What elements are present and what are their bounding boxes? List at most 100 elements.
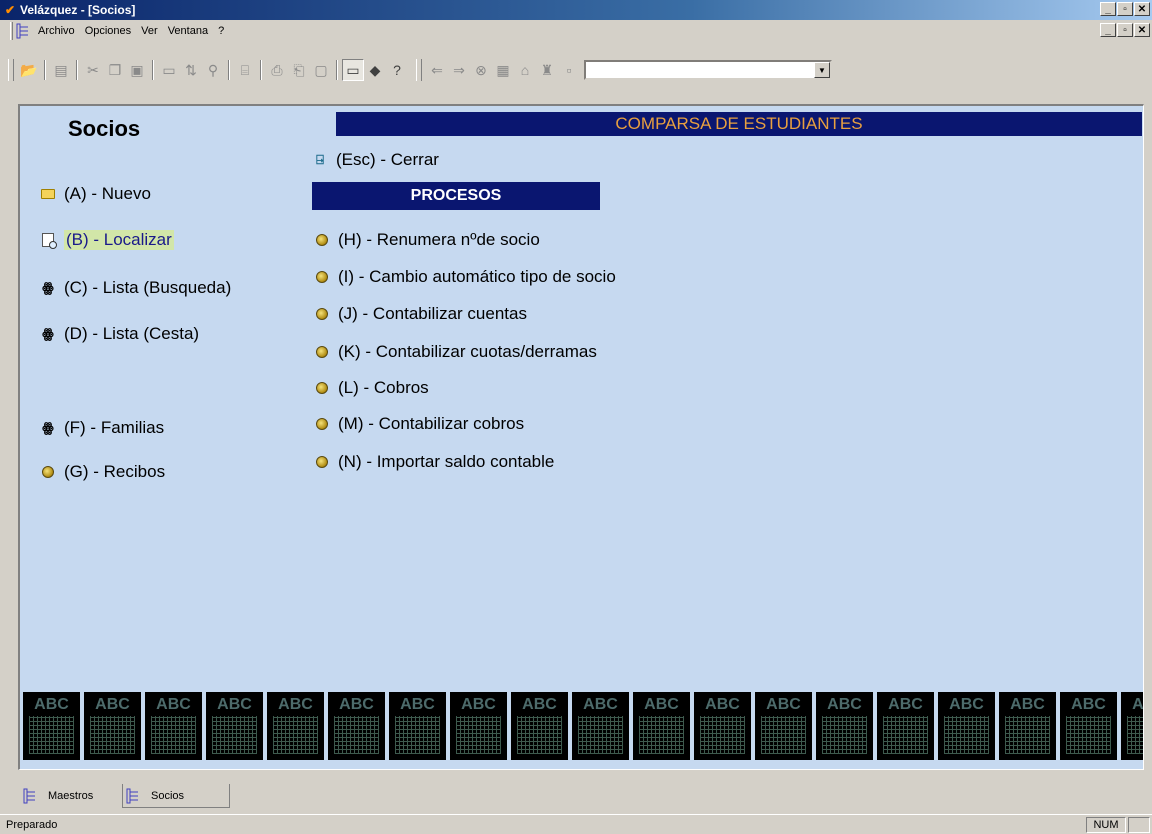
menu-item-lista-busqueda[interactable]: ꙮ (C) - Lista (Busqueda)	[40, 278, 231, 298]
folder-icon	[40, 186, 56, 202]
cut-icon[interactable]: ✂	[82, 59, 104, 81]
process-item-cobros[interactable]: (L) - Cobros	[314, 378, 429, 398]
binoculars-icon: ꙮ	[42, 420, 54, 435]
address-combo[interactable]: ▼	[584, 60, 832, 80]
back-arrow-icon[interactable]: ⇐	[426, 59, 448, 81]
abc-tile: ABC	[145, 692, 202, 760]
process-icon	[314, 344, 330, 360]
mdi-close-button[interactable]: ✕	[1134, 23, 1150, 37]
abc-tile-grid	[395, 716, 440, 754]
document-tabs: Maestros Socios	[18, 784, 1148, 812]
abc-tile-grid	[761, 716, 806, 754]
tab-socios[interactable]: Socios	[122, 784, 230, 808]
maximize-button[interactable]: ▫	[1117, 2, 1133, 16]
abc-tile-label: ABC	[400, 696, 435, 713]
process-item-contabilizar-cuentas[interactable]: (J) - Contabilizar cuentas	[314, 304, 527, 324]
tab-label: Maestros	[48, 790, 94, 802]
menu-item-nuevo[interactable]: (A) - Nuevo	[40, 184, 151, 204]
copy-icon[interactable]: ❐	[104, 59, 126, 81]
process-icon	[314, 269, 330, 285]
abc-tile-grid	[29, 716, 74, 754]
process-item-label: (I) - Cambio automático tipo de socio	[338, 267, 616, 286]
print-preview-icon[interactable]: ⎗	[288, 59, 310, 81]
favorites-icon[interactable]: ♜	[536, 59, 558, 81]
abc-tile-label: ABC	[888, 696, 923, 713]
menu-item-label: (C) - Lista (Busqueda)	[64, 278, 232, 297]
abc-tile-label: ABC	[1071, 696, 1106, 713]
abc-tile-label: ABC	[339, 696, 374, 713]
page-setup-icon[interactable]: ▢	[310, 59, 332, 81]
scanner-icon[interactable]: ⌸	[234, 59, 256, 81]
chevron-down-icon[interactable]: ▼	[814, 62, 830, 78]
toolbar-grip-2	[416, 59, 422, 81]
close-button[interactable]: ✕	[1134, 2, 1150, 16]
abc-tile-grid	[700, 716, 745, 754]
process-item-renumera[interactable]: (H) - Renumera nºde socio	[314, 230, 540, 250]
abc-tile-label: ABC	[34, 696, 69, 713]
menu-item-label: (F) - Familias	[64, 418, 165, 437]
abc-tile: ABC	[267, 692, 324, 760]
menu-grip	[10, 22, 13, 40]
menu-item-lista-cesta[interactable]: ꙮ (D) - Lista (Cesta)	[40, 324, 199, 344]
search-icon[interactable]: ⚲	[202, 59, 224, 81]
menu-item-localizar[interactable]: (B) - Localizar	[40, 230, 174, 250]
window-icon[interactable]: ▭	[158, 59, 180, 81]
diamond-icon[interactable]: ◆	[364, 59, 386, 81]
abc-tile-label: ABC	[217, 696, 252, 713]
abc-tile: ABC	[206, 692, 263, 760]
process-icon	[314, 232, 330, 248]
menu-item-familias[interactable]: ꙮ (F) - Familias	[40, 418, 164, 438]
mdi-minimize-button[interactable]: _	[1100, 23, 1116, 37]
menu-ver[interactable]: Ver	[136, 25, 163, 37]
menu-item-label: (G) - Recibos	[64, 462, 166, 481]
process-item-cambio-tipo[interactable]: (I) - Cambio automático tipo de socio	[314, 267, 616, 287]
minimize-button[interactable]: _	[1100, 2, 1116, 16]
process-item-label: (L) - Cobros	[338, 378, 429, 397]
process-item-contabilizar-cobros[interactable]: (M) - Contabilizar cobros	[314, 414, 524, 434]
abc-tile-label: ABC	[156, 696, 191, 713]
forward-arrow-icon[interactable]: ⇒	[448, 59, 470, 81]
home-icon[interactable]: ⌂	[514, 59, 536, 81]
print-icon[interactable]: ⎙	[266, 59, 288, 81]
find-replace-icon[interactable]: ⇅	[180, 59, 202, 81]
abc-tile: ABC	[450, 692, 507, 760]
process-item-importar-saldo[interactable]: (N) - Importar saldo contable	[314, 452, 554, 472]
abc-tile-grid	[456, 716, 501, 754]
close-menu-item[interactable]: ⍈ (Esc) - Cerrar	[312, 150, 439, 170]
abc-tile: ABC	[938, 692, 995, 760]
abc-tile: ABC	[23, 692, 80, 760]
help-icon[interactable]: ?	[386, 59, 408, 81]
abc-tile: ABC	[84, 692, 141, 760]
open-folder-icon[interactable]: 📂	[18, 59, 40, 81]
process-item-label: (N) - Importar saldo contable	[338, 452, 555, 471]
window-title: Velázquez - [Socios]	[20, 3, 136, 17]
edit-doc-icon[interactable]: ▤	[50, 59, 72, 81]
process-item-label: (H) - Renumera nºde socio	[338, 230, 540, 249]
process-item-contabilizar-cuotas[interactable]: (K) - Contabilizar cuotas/derramas	[314, 342, 597, 362]
menu-item-label: (D) - Lista (Cesta)	[64, 324, 200, 343]
process-icon	[314, 306, 330, 322]
tab-maestros[interactable]: Maestros	[22, 784, 120, 808]
url-icon[interactable]: ▫	[558, 59, 580, 81]
menu-help[interactable]: ?	[213, 25, 229, 37]
mdi-restore-button[interactable]: ▫	[1117, 23, 1133, 37]
abc-tile-label: ABC	[583, 696, 618, 713]
paste-icon[interactable]: ▣	[126, 59, 148, 81]
menu-item-recibos[interactable]: (G) - Recibos	[40, 462, 165, 482]
abc-tile: ABC	[694, 692, 751, 760]
stop-icon[interactable]: ⊗	[470, 59, 492, 81]
status-bar: Preparado NUM	[0, 814, 1152, 834]
refresh-icon[interactable]: ▦	[492, 59, 514, 81]
abc-tile: ABC	[389, 692, 446, 760]
abc-tile-grid	[883, 716, 928, 754]
binoculars-icon: ꙮ	[42, 326, 54, 341]
process-icon	[314, 416, 330, 432]
exit-door-icon: ⍈	[316, 152, 324, 167]
abc-tile-grid	[578, 716, 623, 754]
monitor-icon[interactable]: ▭	[342, 59, 364, 81]
abc-tile-grid	[273, 716, 318, 754]
menu-archivo[interactable]: Archivo	[33, 25, 80, 37]
process-icon	[314, 454, 330, 470]
menu-ventana[interactable]: Ventana	[163, 25, 213, 37]
menu-opciones[interactable]: Opciones	[80, 25, 136, 37]
